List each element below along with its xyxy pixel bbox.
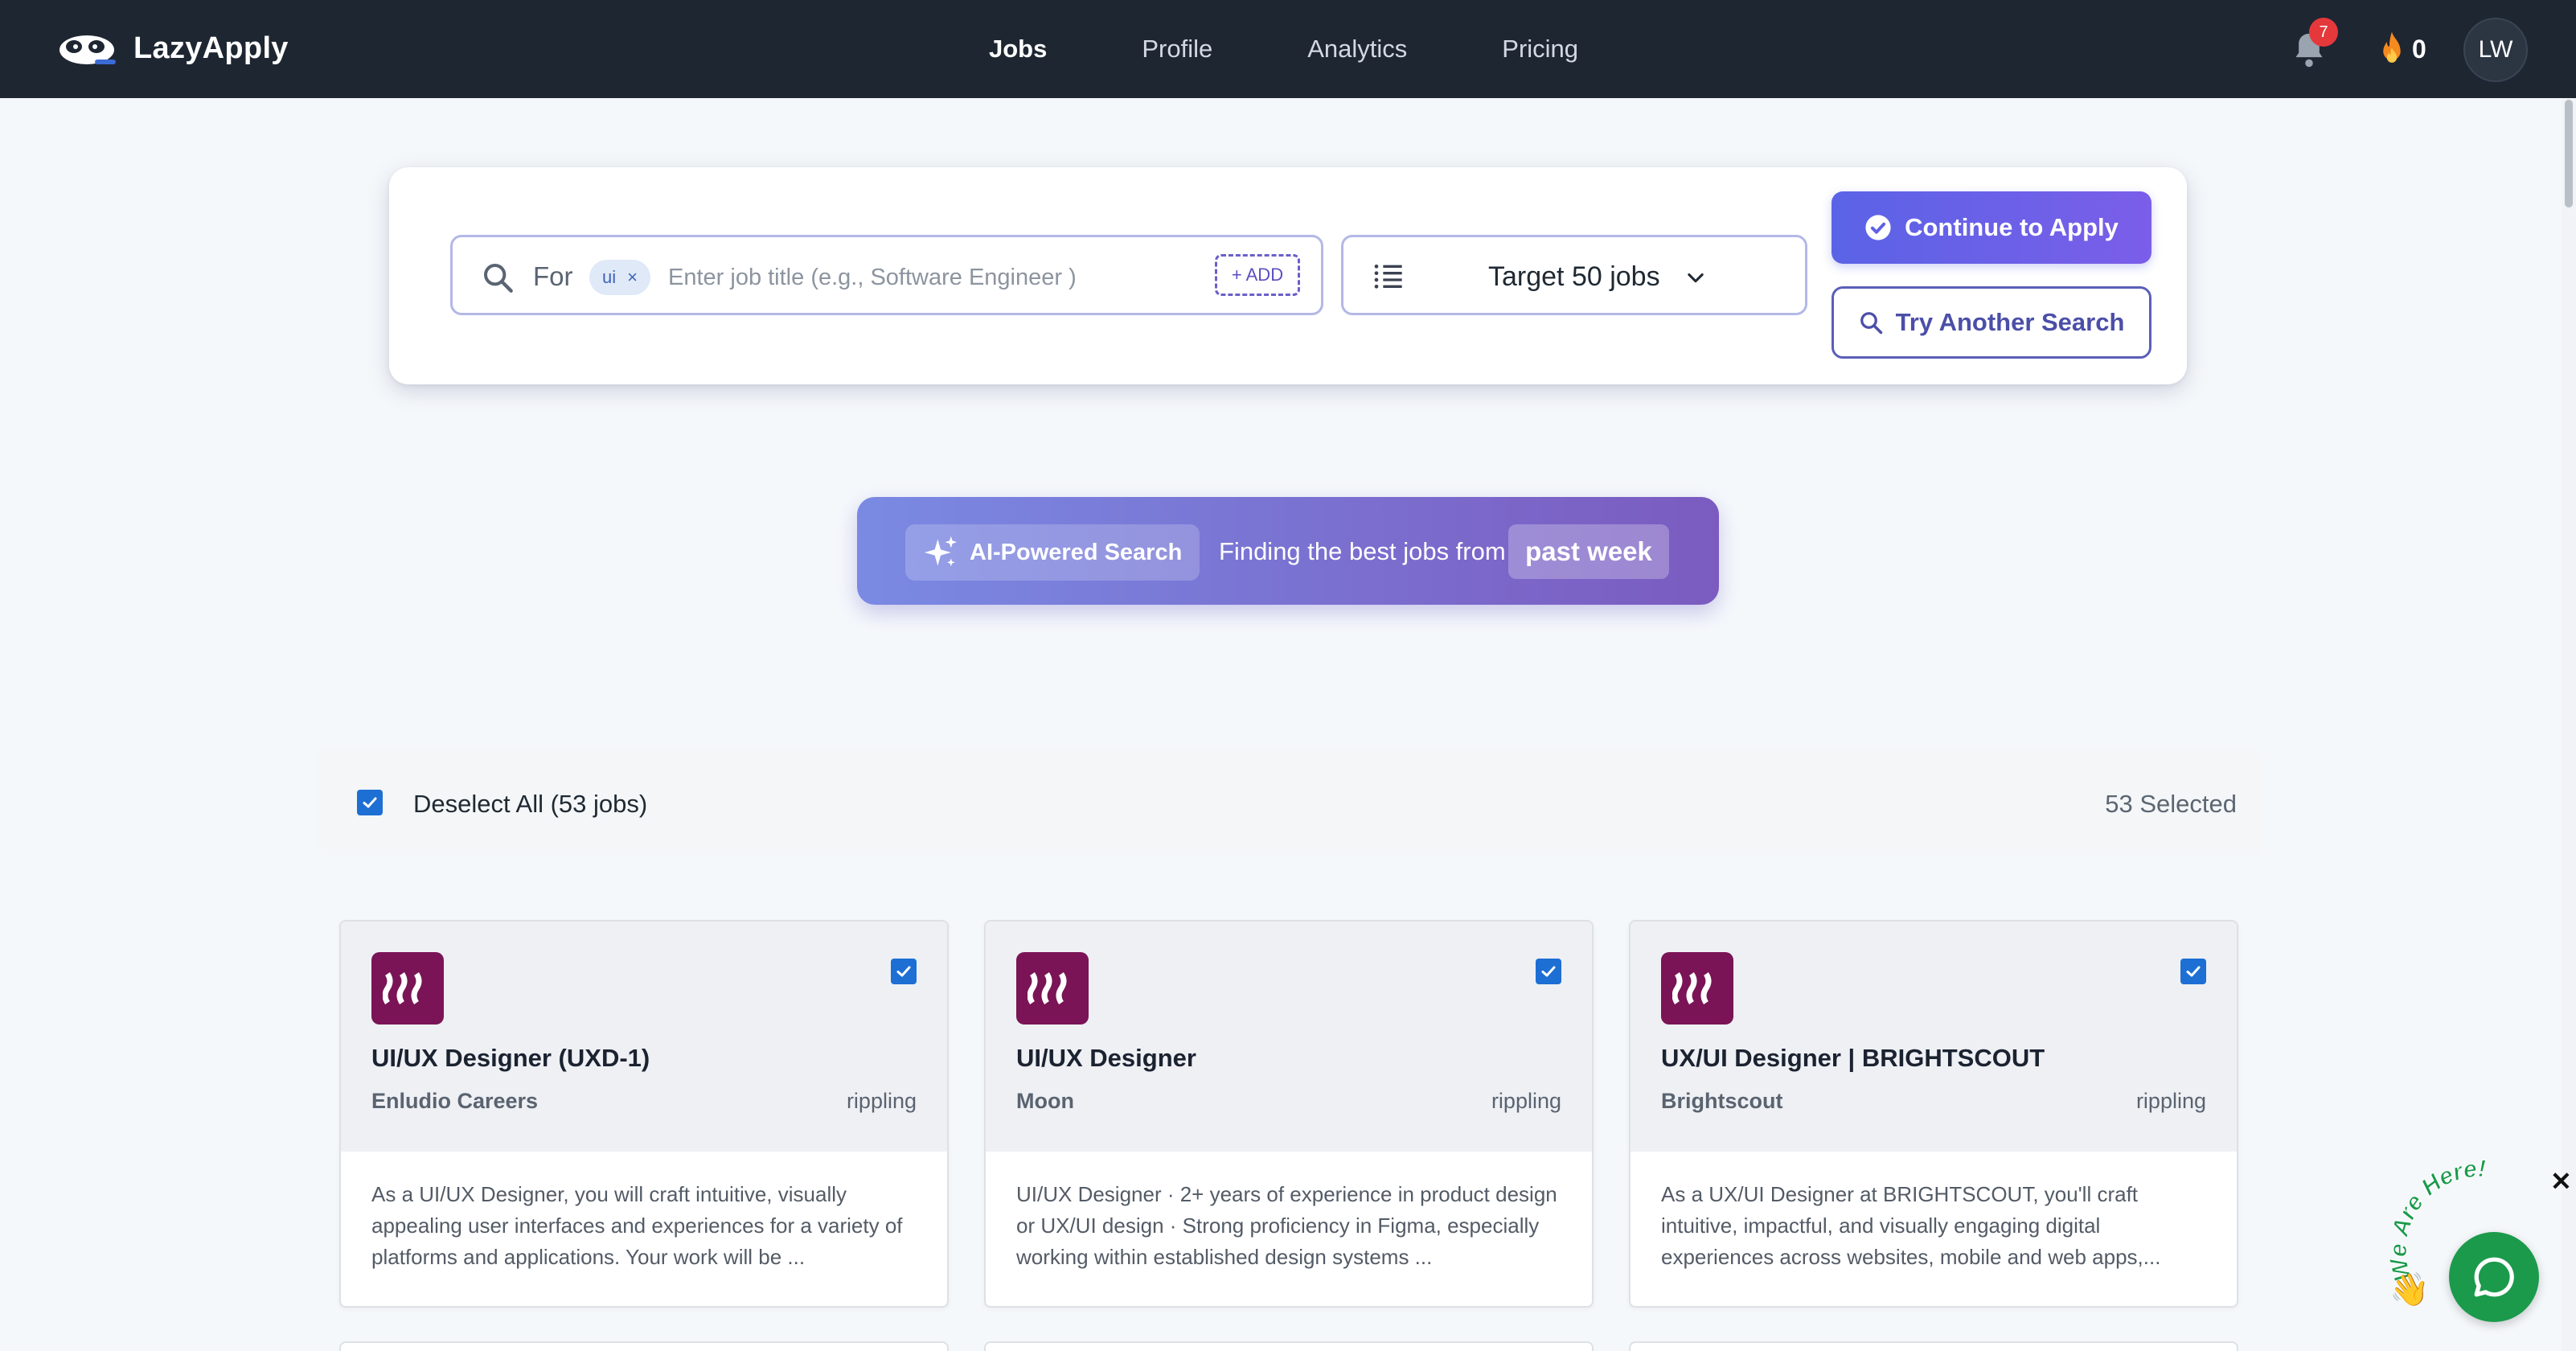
checkmark-icon [2186,966,2201,977]
nav-analytics[interactable]: Analytics [1307,35,1407,64]
company-logo [1016,952,1089,1025]
job-source: rippling [1491,1089,1561,1113]
ai-banner-text: Finding the best jobs from [1219,537,1506,565]
company-logo [1661,952,1733,1025]
company-logo-icon [383,972,422,1004]
selection-bar: Deselect All (53 jobs) 53 Selected [317,749,2261,856]
search-icon [484,264,513,293]
list-icon [1374,265,1402,289]
company-logo-icon [1672,972,1712,1004]
job-select-checkbox[interactable] [1536,959,1561,984]
brand[interactable]: LazyApply [55,29,289,68]
company-logo [371,952,444,1025]
close-chat-button[interactable]: ✕ [2550,1166,2572,1197]
user-avatar[interactable]: LW [2463,18,2528,82]
try-another-search-button[interactable]: Try Another Search [1832,286,2151,359]
add-keyword-button[interactable]: + ADD [1215,254,1300,296]
job-card[interactable]: UI/UX Designer (UXD-1) Enludio Careers r… [339,920,949,1308]
search-icon [1860,312,1882,335]
nav-pricing[interactable]: Pricing [1502,35,1578,64]
job-description: UI/UX Designer · 2+ years of experience … [1016,1182,1557,1269]
panda-logo-icon [59,35,116,64]
search-panel: For ui × + ADD Target 50 jobs Continue t [389,167,2187,384]
job-card-partial[interactable] [1629,1341,2238,1351]
job-description: As a UI/UX Designer, you will craft intu… [371,1182,903,1269]
remove-chip-button[interactable]: × [627,267,638,288]
job-title: UI/UX Designer (UXD-1) [371,1044,650,1072]
job-card-partial[interactable] [339,1341,949,1351]
streak-count: 0 [2412,34,2426,64]
chevron-down-icon [1688,273,1704,283]
job-title-input[interactable] [668,255,1183,300]
job-select-checkbox[interactable] [891,959,917,984]
sparkle-icon [924,536,958,567]
ai-powered-label: AI-Powered Search [970,539,1183,565]
streak-counter[interactable]: 0 [2377,31,2426,68]
open-chat-button[interactable] [2449,1232,2539,1322]
selected-count: 53 Selected [2105,790,2237,818]
job-card-partial[interactable] [984,1341,1594,1351]
job-title: UX/UI Designer | BRIGHTSCOUT [1661,1044,2045,1072]
chat-bubble-icon [2474,1257,2514,1297]
job-description: As a UX/UI Designer at BRIGHTSCOUT, you'… [1661,1182,2161,1269]
job-title: UI/UX Designer [1016,1044,1196,1072]
checkmark-icon [363,797,377,808]
for-label: For [533,261,573,291]
job-select-checkbox[interactable] [2180,959,2206,984]
try-another-search-label: Try Another Search [1895,308,2125,336]
deselect-all-label[interactable]: Deselect All (53 jobs) [413,790,647,819]
company-name: Moon [1016,1089,1074,1113]
time-period-pill: past week [1508,524,1669,579]
flame-icon [2383,31,2401,63]
job-search-box[interactable]: For ui × + ADD [450,235,1323,315]
continue-to-apply-label: Continue to Apply [1905,213,2119,241]
top-navbar: LazyApply Jobs Profile Analytics Pricing… [0,0,2576,98]
page-scrollbar-thumb[interactable] [2565,100,2573,207]
notification-badge: 7 [2309,18,2338,47]
keyword-chip: ui × [589,260,650,295]
nav-jobs[interactable]: Jobs [989,35,1047,64]
company-name: Brightscout [1661,1089,1783,1113]
chat-widget: We Are Here! 👋 ✕ [2380,1158,2576,1351]
job-card[interactable]: UX/UI Designer | BRIGHTSCOUT Brightscout… [1629,920,2238,1308]
keyword-chip-label: ui [602,267,617,287]
deselect-all-checkbox[interactable] [357,790,383,815]
job-card[interactable]: UI/UX Designer Moon rippling UI/UX Desig… [984,920,1594,1308]
ai-search-banner: AI-Powered Search Finding the best jobs … [857,497,1719,605]
job-source: rippling [2135,1089,2206,1113]
check-circle-icon [1865,215,1891,240]
job-source: rippling [846,1089,917,1113]
waving-hand-icon: 👋 [2389,1272,2430,1308]
target-jobs-select[interactable]: Target 50 jobs [1341,235,1807,315]
ai-powered-pill: AI-Powered Search [905,524,1200,581]
nav-profile[interactable]: Profile [1142,35,1212,64]
continue-to-apply-button[interactable]: Continue to Apply [1832,191,2151,264]
main-nav: Jobs Profile Analytics Pricing [989,0,1673,98]
checkmark-icon [896,966,911,977]
checkmark-icon [1541,966,1556,977]
company-logo-icon [1028,972,1067,1004]
brand-name: LazyApply [133,31,289,65]
target-jobs-label: Target 50 jobs [1488,261,1660,292]
company-name: Enludio Careers [371,1089,539,1113]
